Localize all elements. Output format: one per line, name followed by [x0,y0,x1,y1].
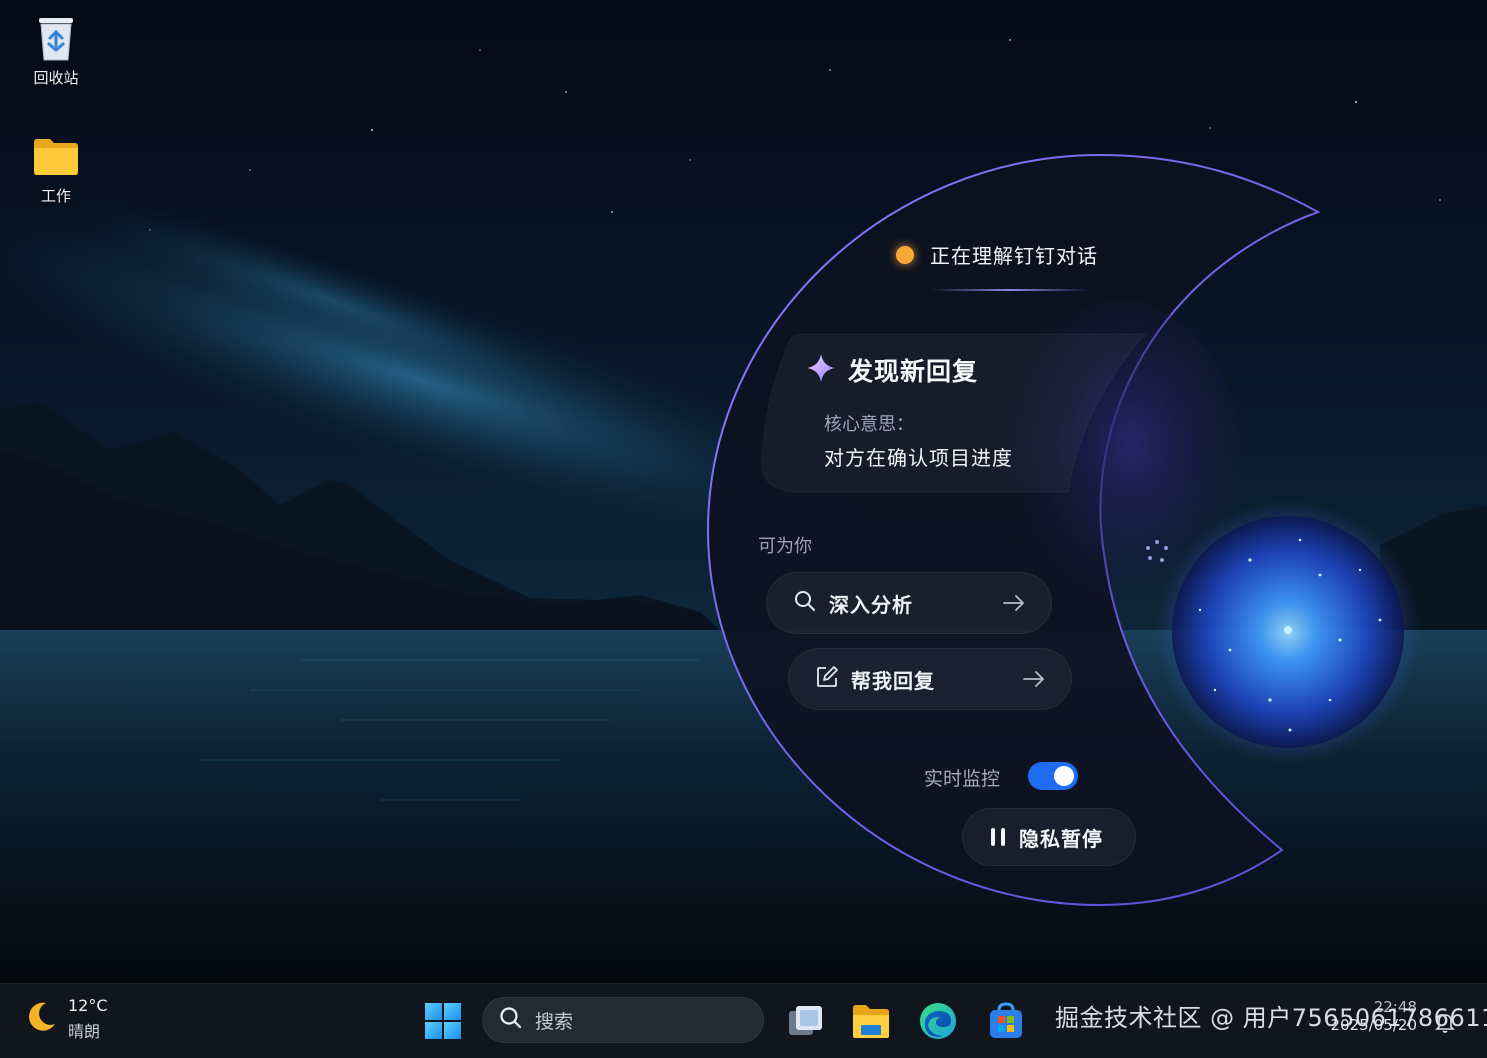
edge-icon [920,1003,956,1039]
realtime-monitor-toggle[interactable] [1028,762,1078,790]
actions-section-label: 可为你 [758,536,812,557]
store-icon [990,1002,1022,1038]
new-reply-header: 发现新回复 [806,352,978,388]
arrow-right-icon [1023,669,1049,689]
start-icon [425,1003,461,1039]
notification-bell-button[interactable] [1433,1010,1457,1034]
arrow-right-icon [1003,593,1029,613]
privacy-pause-button[interactable]: 隐私暂停 [962,808,1136,866]
taskbar: 12°C 晴朗 搜索 掘金技术社区 @ 用户7565061786611 22:4… [0,983,1487,1058]
help-reply-button[interactable]: 帮我回复 [788,648,1072,710]
search-placeholder: 搜索 [535,1010,574,1033]
taskbar-edge[interactable] [917,1000,959,1042]
weather-temperature: 12°C [68,996,108,1015]
moon-icon [24,1000,58,1038]
new-reply-heading: 发现新回复 [848,357,979,386]
taskbar-search[interactable]: 搜索 [482,997,764,1043]
bell-icon [1435,1014,1455,1033]
search-icon [793,589,817,617]
file-explorer-icon [853,1005,889,1038]
assistant-crescent-background [706,153,1420,907]
clock-time: 22:48 [1373,998,1417,1016]
taskbar-task-view[interactable] [784,1000,826,1042]
weather-condition: 晴朗 [68,1022,101,1041]
status-text: 正在理解钉钉对话 [930,244,1098,268]
ai-assistant-panel: 正在理解钉钉对话 发现新回复 核心意思： 对方在确认项目进度 可为你 深入分析 … [0,0,1487,983]
assistant-orb[interactable] [1172,516,1404,748]
toggle-knob [1054,766,1074,786]
status-progress-line [930,289,1090,291]
taskbar-clock[interactable]: 22:48 2025/05/20 [1331,998,1417,1034]
sparkle-icon [806,353,836,387]
help-reply-label: 帮我回复 [851,668,935,693]
realtime-monitor-label: 实时监控 [924,768,1001,790]
taskbar-store[interactable] [985,1000,1027,1042]
deep-analysis-label: 深入分析 [829,592,913,617]
assistant-status: 正在理解钉钉对话 [896,240,1098,269]
search-icon [499,1006,523,1034]
start-button[interactable] [424,1002,462,1040]
clock-date: 2025/05/20 [1330,1016,1417,1034]
status-indicator-dot [896,245,914,264]
edit-icon [815,665,839,693]
pause-icon [991,828,1005,846]
privacy-pause-label: 隐私暂停 [1019,826,1103,851]
weather-widget[interactable]: 12°C 晴朗 [24,996,108,1042]
core-meaning-value: 对方在确认项目进度 [824,446,1013,470]
taskbar-file-explorer[interactable] [850,1000,892,1042]
watermark-text: 掘金技术社区 @ 用户7565061786611 [1055,1004,1487,1032]
deep-analysis-button[interactable]: 深入分析 [766,572,1052,634]
task-view-icon [789,1006,822,1035]
core-meaning-label: 核心意思： [824,414,914,435]
